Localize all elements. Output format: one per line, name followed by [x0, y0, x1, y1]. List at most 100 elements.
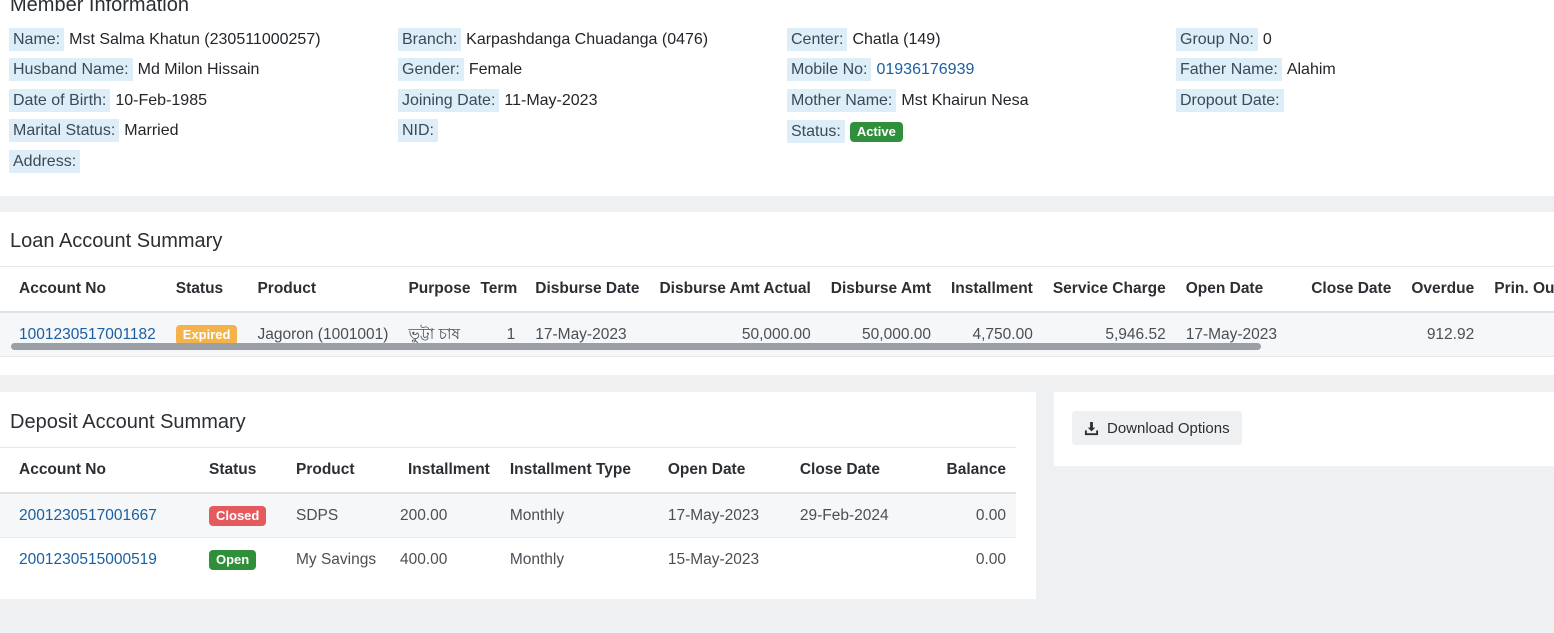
- col-status[interactable]: Status: [199, 447, 286, 494]
- deposit-open-date: 15-May-2023: [667, 550, 760, 568]
- date-of-birth-field: Date of Birth: 10-Feb-1985: [9, 89, 207, 118]
- nid-label: NID:: [398, 119, 438, 142]
- member-name-field: Name: Mst Salma Khatun (230511000257): [9, 28, 321, 57]
- branch-label: Branch:: [398, 28, 462, 51]
- col-installment[interactable]: Installment: [398, 447, 500, 494]
- loan-table-header: Account No Status Product Purpose Term D…: [0, 266, 1554, 313]
- download-options-panel: Download Options: [1054, 392, 1554, 466]
- download-options-button[interactable]: Download Options: [1072, 411, 1242, 445]
- col-installment[interactable]: Installment: [941, 266, 1043, 313]
- col-product[interactable]: Product: [286, 447, 398, 494]
- deposit-installment: 200.00: [398, 493, 500, 538]
- deposit-account-summary-panel: Deposit Account Summary Account No Statu…: [0, 392, 1036, 599]
- col-disburse-amt-actual[interactable]: Disburse Amt Actual: [649, 266, 821, 313]
- member-information-panel: Member Information Name: Mst Salma Khatun…: [0, 0, 1554, 196]
- group-no-label: Group No:: [1176, 28, 1258, 51]
- col-account-no[interactable]: Account No: [0, 266, 166, 313]
- center-label: Center:: [787, 28, 848, 51]
- table-row: 2001230515000519 Open My Savings 400.00 …: [0, 538, 1016, 582]
- deposit-product: SDPS: [286, 493, 398, 538]
- loan-account-summary-panel: Loan Account Summary Account No Status P…: [0, 212, 1554, 375]
- joining-date-value: 11-May-2023: [504, 92, 598, 109]
- father-name-label: Father Name:: [1176, 58, 1282, 81]
- deposit-installment-type: Monthly: [509, 550, 565, 568]
- gender-field: Gender: Female: [398, 58, 523, 87]
- branch-field: Branch: Karpashdanga Chuadanga (0476): [398, 28, 709, 57]
- branch-value: Karpashdanga Chuadanga (0476): [466, 31, 709, 48]
- col-open-date[interactable]: Open Date: [657, 447, 790, 494]
- husband-name-label: Husband Name:: [9, 58, 133, 81]
- address-field: Address:: [9, 150, 85, 179]
- father-name-value: Alahim: [1286, 61, 1336, 78]
- name-label: Name:: [9, 28, 65, 51]
- center-field: Center: Chatla (149): [787, 28, 941, 57]
- col-purpose[interactable]: Purpose: [398, 266, 481, 313]
- mobile-link[interactable]: 01936176939: [871, 61, 974, 78]
- status-label: Status:: [787, 120, 845, 143]
- col-balance[interactable]: Balance: [927, 447, 1016, 494]
- gender-value: Female: [468, 61, 523, 78]
- deposit-installment: 400.00: [400, 550, 448, 568]
- dob-label: Date of Birth:: [9, 89, 111, 112]
- marital-status-value: Married: [124, 122, 179, 139]
- deposit-account-link[interactable]: 2001230517001667: [0, 493, 199, 538]
- status-badge-open: Open: [209, 549, 257, 570]
- loan-prin-outstanding: [1484, 312, 1554, 357]
- download-options-label: Download Options: [1107, 419, 1230, 437]
- father-name-field: Father Name: Alahim: [1176, 58, 1336, 87]
- husband-name-value: Md Milon Hissain: [137, 61, 260, 78]
- mobile-field: Mobile No: 01936176939: [787, 58, 974, 87]
- loan-summary-title: Loan Account Summary: [10, 230, 223, 252]
- deposit-account-link[interactable]: 2001230515000519: [0, 538, 199, 582]
- dob-value: 10-Feb-1985: [115, 92, 207, 109]
- deposit-installment-type: Monthly: [499, 493, 658, 538]
- col-term[interactable]: Term: [480, 266, 526, 313]
- deposit-product: My Savings: [296, 550, 377, 568]
- col-prin-outstanding[interactable]: Prin. Ou: [1484, 266, 1554, 313]
- marital-status-label: Marital Status:: [9, 119, 120, 142]
- mother-name-value: Mst Khairun Nesa: [901, 92, 1029, 109]
- deposit-balance: 0.00: [927, 493, 1016, 538]
- status-badge-active: Active: [849, 122, 903, 142]
- mobile-label: Mobile No:: [787, 58, 872, 81]
- mother-name-field: Mother Name: Mst Khairun Nesa: [787, 89, 1029, 118]
- deposit-summary-title: Deposit Account Summary: [10, 411, 246, 433]
- dropout-date-field: Dropout Date:: [1176, 89, 1289, 118]
- group-no-field: Group No: 0: [1176, 28, 1272, 57]
- nid-value: [438, 122, 443, 139]
- col-disburse-amt[interactable]: Disburse Amt: [820, 266, 941, 313]
- loan-table-scrollbar[interactable]: [11, 343, 1261, 350]
- col-installment-type[interactable]: Installment Type: [499, 447, 658, 494]
- loan-overdue: 912.92: [1401, 312, 1485, 357]
- col-close-date[interactable]: Close Date: [789, 447, 928, 494]
- loan-close-date: [1301, 312, 1402, 357]
- col-open-date[interactable]: Open Date: [1175, 266, 1302, 313]
- member-information-title: Member Information: [10, 0, 189, 16]
- col-service-charge[interactable]: Service Charge: [1042, 266, 1176, 313]
- joining-date-field: Joining Date: 11-May-2023: [398, 89, 598, 118]
- col-account-no[interactable]: Account No: [0, 447, 199, 494]
- nid-field: NID:: [398, 119, 443, 148]
- col-overdue[interactable]: Overdue: [1401, 266, 1485, 313]
- address-label: Address:: [9, 150, 81, 173]
- col-close-date[interactable]: Close Date: [1301, 266, 1402, 313]
- download-icon: [1084, 421, 1099, 435]
- husband-name-field: Husband Name: Md Milon Hissain: [9, 58, 260, 87]
- marital-status-field: Marital Status: Married: [9, 119, 179, 148]
- status-badge-closed: Closed: [209, 505, 267, 526]
- dropout-date-label: Dropout Date:: [1176, 89, 1284, 112]
- deposit-open-date: 17-May-2023: [657, 493, 790, 538]
- name-value: Mst Salma Khatun (230511000257): [69, 31, 321, 48]
- deposit-table-header: Account No Status Product Installment In…: [0, 447, 1016, 494]
- center-value: Chatla (149): [852, 31, 941, 48]
- gender-label: Gender:: [398, 58, 464, 81]
- col-status[interactable]: Status: [165, 266, 248, 313]
- col-product[interactable]: Product: [247, 266, 399, 313]
- deposit-table: Account No Status Product Installment In…: [0, 447, 1016, 581]
- col-disburse-date[interactable]: Disburse Date: [525, 266, 650, 313]
- dropout-date-value: [1284, 92, 1289, 109]
- joining-date-label: Joining Date:: [398, 89, 500, 112]
- table-row: 2001230517001667 Closed SDPS 200.00 Mont…: [0, 493, 1016, 538]
- address-value: [80, 153, 85, 170]
- group-no-value: 0: [1262, 31, 1272, 48]
